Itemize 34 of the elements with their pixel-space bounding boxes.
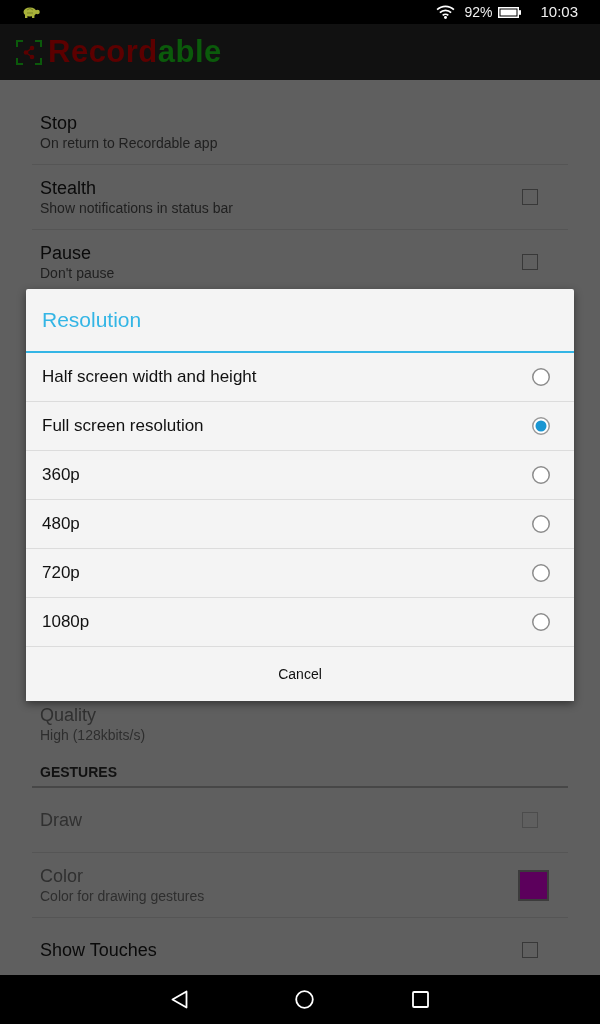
clock-time: 10:03 (540, 4, 578, 20)
resolution-option[interactable]: 360p (26, 451, 574, 500)
logo-icon (16, 39, 42, 65)
radio-button[interactable] (532, 515, 550, 533)
resolution-option[interactable]: 480p (26, 500, 574, 549)
battery-icon (498, 6, 522, 18)
setting-title: Show Touches (40, 939, 157, 961)
home-icon[interactable] (295, 990, 314, 1009)
section-header: GESTURES (40, 764, 118, 781)
radio-button[interactable] (532, 466, 550, 484)
back-icon[interactable] (171, 990, 188, 1009)
setting-summary: On return to Recordable app (40, 134, 218, 152)
battery-percent: 92% (464, 4, 493, 20)
setting-summary: Show notifications in status bar (40, 199, 233, 217)
cancel-button[interactable]: Cancel (26, 647, 574, 701)
setting-summary: Don't pause (40, 264, 115, 282)
checkbox[interactable] (522, 942, 538, 958)
wifi-icon (436, 5, 456, 19)
radio-button[interactable] (532, 564, 550, 582)
setting-title: Pause (40, 242, 93, 264)
resolution-option[interactable]: Half screen width and height (26, 353, 574, 402)
radio-button[interactable] (532, 417, 550, 435)
checkbox[interactable] (522, 254, 538, 270)
setting-title: Stop (40, 112, 79, 134)
dialog-title: Resolution (42, 307, 142, 333)
recent-apps-icon[interactable] (412, 991, 429, 1008)
radio-button[interactable] (532, 368, 550, 386)
checkbox[interactable] (522, 189, 538, 205)
app-logo-text: Recordable (48, 34, 222, 70)
setting-title: Stealth (40, 177, 98, 199)
resolution-option[interactable]: Full screen resolution (26, 402, 574, 451)
radio-button[interactable] (532, 613, 550, 631)
resolution-option[interactable]: 720p (26, 549, 574, 598)
turtle-icon (22, 6, 40, 18)
